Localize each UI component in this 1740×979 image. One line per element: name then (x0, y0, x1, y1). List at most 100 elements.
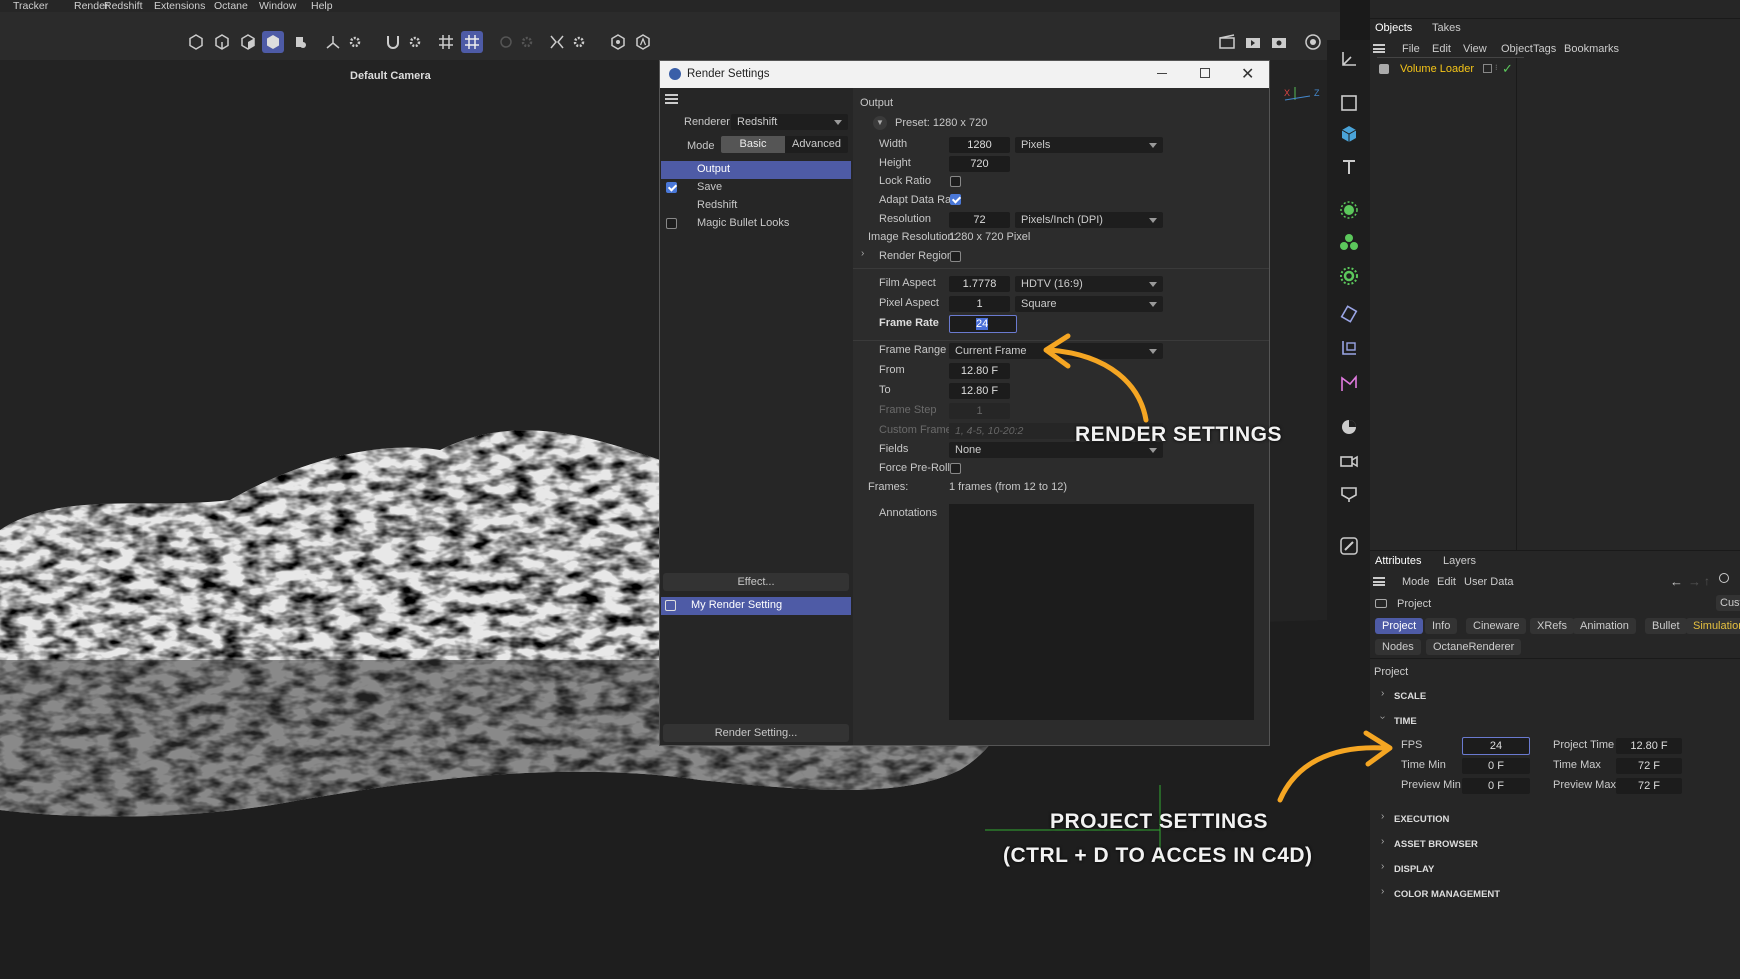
menu-view[interactable]: View (1463, 43, 1487, 55)
menu-extensions[interactable]: Extensions (154, 0, 205, 12)
menu-user-data[interactable]: User Data (1464, 576, 1514, 588)
dot-disabled-icon[interactable] (495, 31, 517, 53)
magnet-icon[interactable] (382, 31, 404, 53)
model-mode-icon[interactable] (262, 31, 284, 53)
material-icon[interactable] (1338, 416, 1360, 438)
pixel-aspect-field[interactable]: 1 (949, 296, 1010, 312)
menu-mode[interactable]: Mode (1402, 576, 1430, 588)
redshift-render-icon[interactable] (1302, 31, 1324, 53)
generator-icon[interactable] (1338, 199, 1360, 221)
resolution-field[interactable]: 72 (949, 212, 1010, 228)
dialog-titlebar[interactable]: Render Settings ✕ (660, 61, 1269, 88)
group-asset-browser[interactable]: ASSET BROWSER (1394, 839, 1478, 850)
to-field[interactable]: 12.80 F (949, 383, 1010, 399)
menu-redshift[interactable]: Redshift (104, 0, 143, 12)
layer-icon[interactable] (1483, 64, 1492, 73)
preview-min-field[interactable]: 0 F (1462, 778, 1530, 794)
chevron-down-icon[interactable]: › (1377, 716, 1388, 719)
group-display[interactable]: DISPLAY (1394, 864, 1434, 875)
search-icon[interactable] (1719, 573, 1729, 583)
renderer-dropdown[interactable]: Redshift (731, 114, 848, 130)
visibility-dots-icon[interactable]: ⁝ (1495, 63, 1498, 72)
tab-xrefs[interactable]: XRefs (1530, 618, 1574, 634)
preview-max-field[interactable]: 72 F (1616, 778, 1682, 794)
minimize-icon[interactable] (1157, 73, 1167, 74)
menu-bookmarks[interactable]: Bookmarks (1564, 43, 1619, 55)
film-aspect-field[interactable]: 1.7778 (949, 276, 1010, 292)
axis-icon[interactable] (322, 31, 344, 53)
symmetry-settings-icon[interactable] (568, 31, 590, 53)
tab-objects[interactable]: Objects (1375, 22, 1412, 34)
cube-face-icon[interactable] (237, 31, 259, 53)
tab-info[interactable]: Info (1425, 618, 1458, 634)
preset-chevron-icon[interactable]: ▼ (873, 116, 887, 130)
tab-simulation[interactable]: Simulation (1686, 618, 1740, 634)
fps-field[interactable]: 24 (1462, 737, 1530, 755)
tab-project[interactable]: Project (1375, 618, 1424, 634)
hamburger-icon[interactable] (665, 94, 678, 104)
menu-octane[interactable]: Octane (214, 0, 248, 12)
chevron-right-icon[interactable]: › (1381, 861, 1384, 872)
group-time[interactable]: TIME (1394, 716, 1417, 727)
sidebar-item-redshift[interactable]: Redshift (661, 197, 851, 215)
custom-button[interactable]: Cust (1716, 595, 1740, 611)
camera-icon[interactable] (1338, 450, 1360, 472)
annotations-textarea[interactable] (949, 504, 1254, 720)
render-setting-button[interactable]: Render Setting... (663, 724, 849, 742)
tab-takes[interactable]: Takes (1432, 22, 1461, 34)
group-execution[interactable]: EXECUTION (1394, 814, 1449, 825)
effector-icon[interactable] (1338, 265, 1360, 287)
group-scale[interactable]: SCALE (1394, 691, 1426, 702)
sidebar-item-save[interactable]: Save (661, 179, 851, 197)
gear-icon[interactable] (344, 31, 366, 53)
symmetry-icon[interactable] (546, 31, 568, 53)
tab-nodes[interactable]: Nodes (1375, 639, 1421, 655)
project-time-field[interactable]: 12.80 F (1616, 738, 1682, 754)
cube-outline-icon[interactable] (185, 31, 207, 53)
chevron-right-icon[interactable]: › (1381, 688, 1384, 699)
up-arrow-icon[interactable]: ↑ (1704, 574, 1710, 588)
coordinate-icon[interactable] (1338, 48, 1360, 70)
effect-button[interactable]: Effect... (663, 573, 849, 591)
spline-icon[interactable] (1338, 373, 1360, 395)
snap-settings-icon[interactable] (404, 31, 426, 53)
menu-object[interactable]: Object (1501, 43, 1533, 55)
menu-edit[interactable]: Edit (1432, 43, 1451, 55)
mode-advanced-button[interactable]: Advanced (785, 136, 848, 153)
tab-layers[interactable]: Layers (1443, 555, 1476, 567)
save-checkbox[interactable] (666, 182, 677, 193)
force-preroll-checkbox[interactable] (950, 463, 961, 474)
tab-animation[interactable]: Animation (1573, 618, 1636, 634)
cloner-icon[interactable] (1338, 231, 1360, 253)
mode-basic-button[interactable]: Basic (721, 136, 785, 153)
deformer-icon[interactable] (1338, 303, 1360, 325)
menu-file[interactable]: File (1402, 43, 1420, 55)
resolution-unit-dropdown[interactable]: Pixels/Inch (DPI) (1015, 212, 1163, 228)
adapt-data-rate-checkbox[interactable] (950, 194, 961, 205)
menu-tags[interactable]: Tags (1533, 43, 1556, 55)
time-min-field[interactable]: 0 F (1462, 758, 1530, 774)
close-icon[interactable]: ✕ (1241, 64, 1254, 84)
tab-cineware[interactable]: Cineware (1466, 618, 1527, 634)
square-icon[interactable] (1338, 92, 1360, 114)
render-setting-item[interactable]: My Render Setting (661, 597, 851, 615)
render-view-icon[interactable] (1242, 31, 1264, 53)
object-mode-icon[interactable] (288, 31, 310, 53)
clapper-icon[interactable] (1216, 31, 1238, 53)
camera-label[interactable]: Default Camera (350, 70, 431, 82)
back-arrow-icon[interactable]: ← (1670, 574, 1683, 589)
menu-edit[interactable]: Edit (1437, 576, 1456, 588)
group-color-management[interactable]: COLOR MANAGEMENT (1394, 889, 1500, 900)
chevron-right-icon[interactable]: › (1381, 886, 1384, 897)
field-icon[interactable] (1338, 337, 1360, 359)
auto-icon[interactable] (632, 31, 654, 53)
width-field[interactable]: 1280 (949, 137, 1010, 153)
tab-attributes[interactable]: Attributes (1375, 555, 1421, 567)
workplane-grid-icon[interactable] (461, 31, 483, 53)
hexagon-icon[interactable] (607, 31, 629, 53)
menu-tracker[interactable]: Tracker (13, 0, 48, 12)
render-region-checkbox[interactable] (950, 251, 961, 262)
chevron-right-icon[interactable]: › (1381, 836, 1384, 847)
menu-help[interactable]: Help (311, 0, 333, 12)
hamburger-icon[interactable] (1373, 577, 1385, 586)
